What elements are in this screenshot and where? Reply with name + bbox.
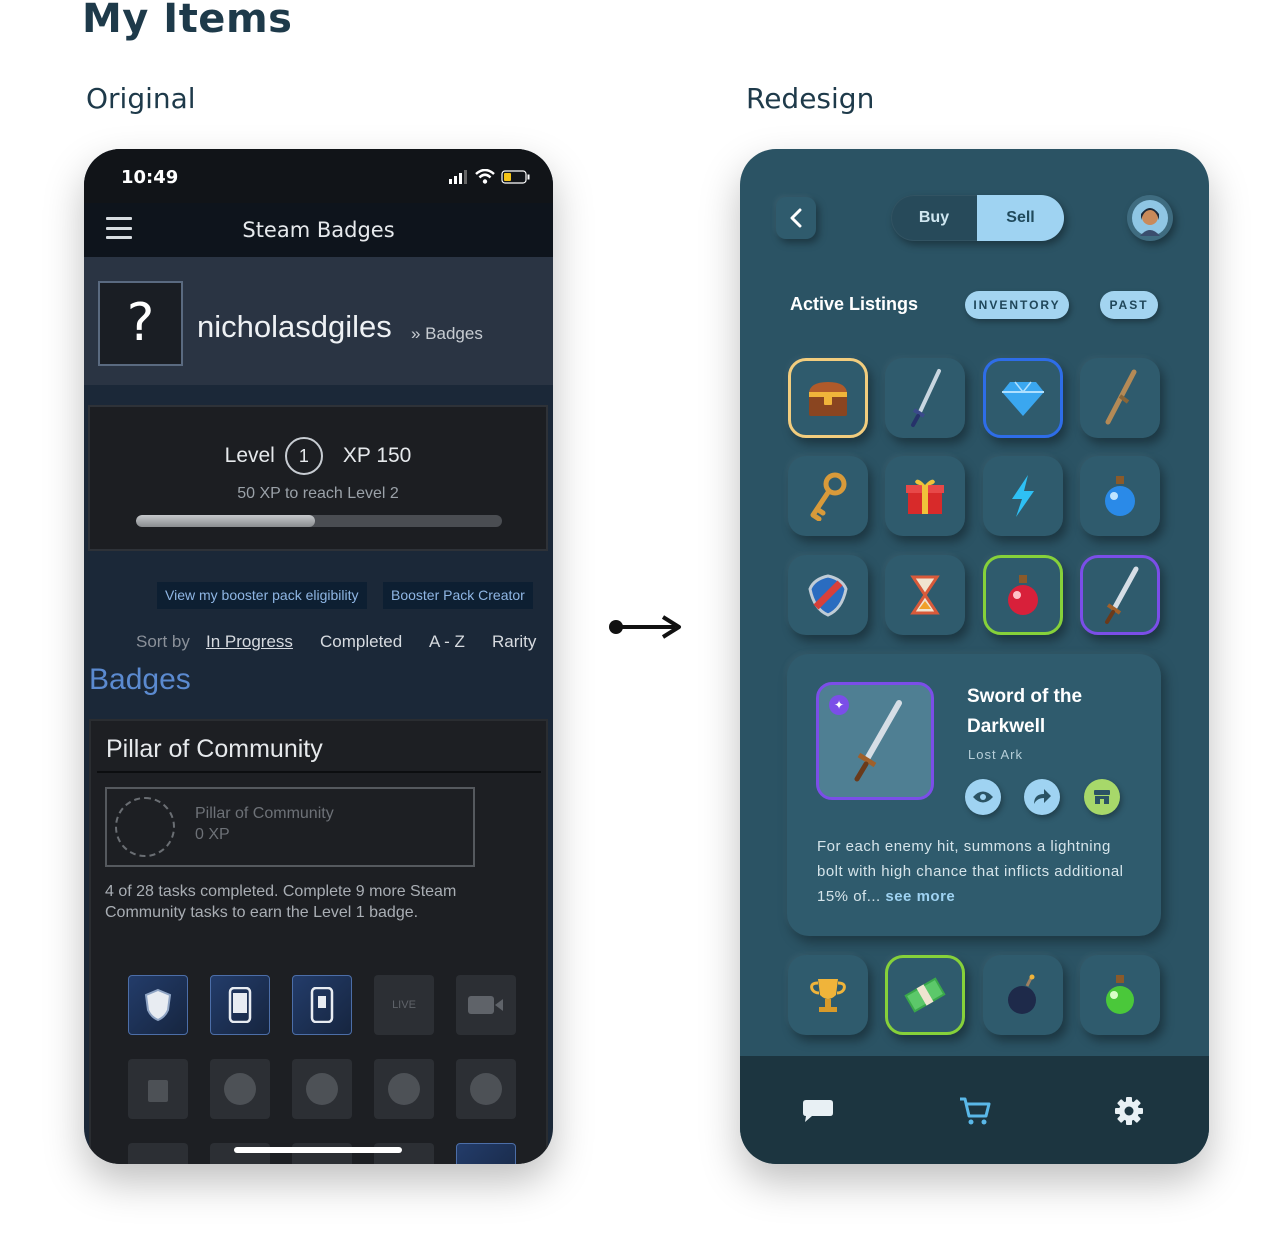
item-description: For each enemy hit, summons a lightning … [817, 834, 1137, 909]
avatar[interactable] [1127, 195, 1173, 241]
add-note-badge-icon[interactable] [128, 1059, 188, 1119]
nav-title: Steam Badges [242, 218, 395, 242]
badge-tile[interactable] [128, 1143, 188, 1164]
hourglass-icon[interactable] [885, 555, 965, 635]
original-label: Original [86, 82, 196, 115]
item-image: ✦ [816, 682, 934, 800]
cart-icon[interactable] [958, 1094, 992, 1128]
redesign-label: Redesign [746, 82, 875, 115]
buy-sell-toggle[interactable]: Buy Sell [891, 195, 1064, 241]
mobile-app-badge-icon[interactable] [292, 975, 352, 1035]
potion-blue-icon[interactable] [1080, 456, 1160, 536]
chat-badge-icon[interactable] [374, 1059, 434, 1119]
avatar[interactable]: ? [98, 281, 183, 366]
profile-header: ? nicholasdgiles » Badges [84, 257, 553, 385]
key-icon[interactable] [788, 456, 868, 536]
rifle-icon[interactable] [1080, 358, 1160, 438]
battery-icon [501, 169, 530, 184]
video-badge-icon[interactable] [456, 975, 516, 1035]
xp-note: 50 XP to reach Level 2 [237, 485, 399, 502]
eye-icon [973, 791, 993, 803]
badge-card-title: Pillar of Community [106, 735, 323, 763]
wifi-icon [475, 169, 495, 184]
bomb-icon[interactable] [983, 955, 1063, 1035]
gift-icon[interactable] [885, 456, 965, 536]
add-friend-badge-icon[interactable] [210, 1059, 270, 1119]
arrow-right-icon [609, 615, 681, 639]
username[interactable]: nicholasdgiles [197, 309, 392, 345]
item-title: Sword of the Darkwell [967, 686, 1083, 737]
bottom-nav [740, 1056, 1209, 1164]
breadcrumb[interactable]: » Badges [411, 324, 483, 344]
shield-icon[interactable] [788, 555, 868, 635]
badge-card: Pillar of Community Pillar of Community … [89, 719, 548, 1164]
nav-bar: Steam Badges [84, 203, 553, 257]
home-indicator [234, 1147, 402, 1153]
xp-progress-bar [136, 515, 502, 527]
chat-icon[interactable] [801, 1094, 835, 1128]
level-row: Level 1 XP 150 [90, 437, 546, 475]
sparkle-icon: ✦ [829, 695, 849, 715]
chest-icon[interactable] [788, 358, 868, 438]
sort-label: Sort by [136, 632, 190, 651]
item-game: Lost Ark [968, 747, 1023, 762]
active-listings-label: Active Listings [790, 294, 919, 314]
badge-preview[interactable]: Pillar of Community 0 XP [105, 787, 475, 867]
sword-icon[interactable] [885, 358, 965, 438]
buy-tab[interactable]: Buy [891, 195, 977, 241]
live-label: LIVE [392, 999, 416, 1011]
sort-completed[interactable]: Completed [320, 632, 402, 652]
badges-heading: Badges [89, 663, 191, 696]
potion-green-icon[interactable] [1080, 955, 1160, 1035]
store-button[interactable] [1084, 779, 1120, 815]
share-icon [1034, 789, 1051, 804]
chevron-left-icon [790, 208, 802, 228]
live-badge-icon[interactable]: LIVE [374, 975, 434, 1035]
trophy-icon[interactable] [788, 955, 868, 1035]
signal-icon [449, 169, 467, 184]
inventory-pill[interactable]: INVENTORY [965, 291, 1069, 319]
xp-progress-fill [136, 515, 316, 527]
back-button[interactable] [776, 197, 816, 239]
status-icons [449, 169, 531, 184]
badge-xp: 0 XP [195, 826, 230, 843]
booster-creator-button[interactable]: Booster Pack Creator [383, 582, 533, 609]
gear-icon[interactable] [1112, 1094, 1146, 1128]
badge-placeholder-icon [115, 797, 175, 857]
item-description-text: For each enemy hit, summons a lightning … [817, 838, 1124, 905]
cash-icon[interactable] [885, 955, 965, 1035]
potion-red-icon[interactable] [983, 555, 1063, 635]
share-button[interactable] [1024, 779, 1060, 815]
phone-badge-icon[interactable] [210, 975, 270, 1035]
camera-badge-icon[interactable] [456, 1059, 516, 1119]
divider [97, 771, 541, 773]
booster-eligibility-button[interactable]: View my booster pack eligibility [157, 582, 367, 609]
store-icon [1094, 790, 1110, 804]
status-bar: 10:49 [84, 149, 553, 203]
shield-badge-icon[interactable] [128, 975, 188, 1035]
past-pill[interactable]: PAST [1100, 291, 1158, 319]
sort-in-progress[interactable]: In Progress [206, 632, 293, 652]
mouse-badge-icon[interactable] [292, 1059, 352, 1119]
level-number: 1 [284, 437, 323, 475]
see-more-link[interactable]: see more [885, 888, 955, 905]
level-label: Level [224, 444, 275, 467]
view-button[interactable] [965, 779, 1001, 815]
page-title: My Items [82, 0, 293, 42]
badge-tile[interactable] [456, 1143, 516, 1164]
item-detail-card: ✦ Sword of the Darkwell Lost Ark For eac… [787, 654, 1161, 936]
status-time: 10:49 [121, 167, 179, 188]
sword-icon[interactable] [1080, 555, 1160, 635]
tasks-text: 4 of 28 tasks completed. Complete 9 more… [105, 883, 457, 921]
xp-value: XP 150 [342, 444, 412, 467]
sell-tab[interactable]: Sell [977, 195, 1064, 241]
original-phone: 10:49 Steam Badges ? nicholasdgiles » Ba… [84, 149, 553, 1164]
sort-a-z[interactable]: A - Z [429, 632, 465, 652]
lightning-icon[interactable] [983, 456, 1063, 536]
level-panel: Level 1 XP 150 50 XP to reach Level 2 [88, 405, 548, 551]
sort-rarity[interactable]: Rarity [492, 632, 536, 652]
badge-name: Pillar of Community [195, 805, 334, 822]
redesign-phone: Buy Sell Active Listings INVENTORY PAST [740, 149, 1209, 1164]
diamond-icon[interactable] [983, 358, 1063, 438]
